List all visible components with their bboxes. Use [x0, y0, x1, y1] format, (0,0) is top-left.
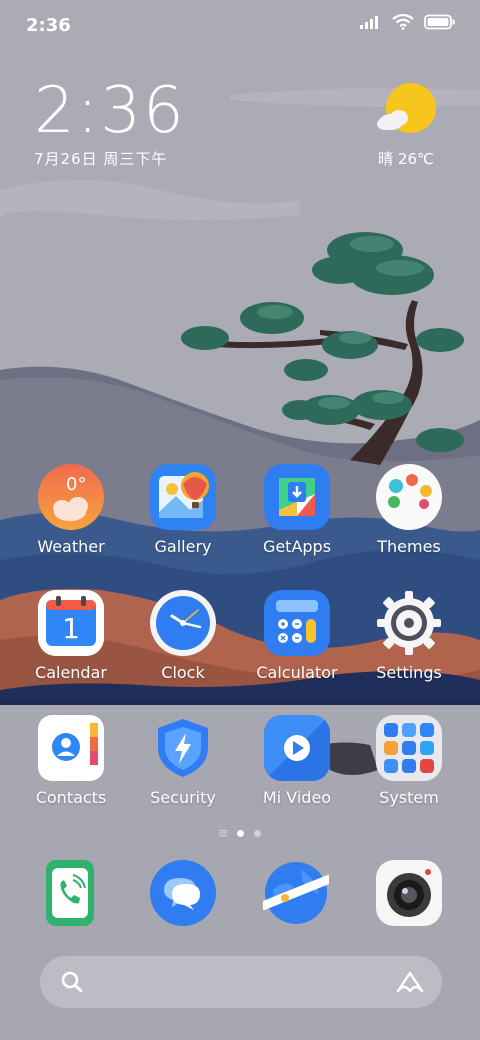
app-label: System	[379, 788, 439, 807]
app-label: Calculator	[256, 663, 338, 682]
page-indicator[interactable]	[0, 829, 480, 837]
weather-widget[interactable]: 晴 26℃	[366, 82, 446, 169]
battery-icon	[424, 14, 455, 30]
chat-bubble-icon	[150, 860, 216, 926]
gear-icon	[376, 590, 442, 656]
app-calendar[interactable]: 1 Calendar	[14, 590, 128, 682]
widget-time: 2:36	[34, 74, 186, 148]
clock-widget[interactable]: 2:36 7月26日 周三下午	[34, 76, 186, 169]
page-dot-active	[237, 829, 244, 837]
app-label: Themes	[377, 537, 441, 556]
browser-globe-icon	[259, 862, 333, 924]
wifi-icon	[392, 14, 414, 30]
sunny-weather-icon	[377, 83, 436, 133]
app-label: GetApps	[262, 537, 332, 556]
app-contacts[interactable]: Contacts	[14, 715, 128, 807]
dock-phone[interactable]	[37, 858, 103, 928]
menu-lines-icon	[219, 830, 227, 837]
calendar-icon: 1	[38, 590, 104, 656]
gallery-image-icon	[159, 472, 209, 518]
search-icon	[61, 971, 83, 993]
app-getapps[interactable]: GetApps	[240, 464, 354, 556]
app-label: Security	[150, 788, 216, 807]
clock-icon	[150, 590, 216, 656]
folder-icon	[376, 715, 442, 781]
weather-text: 晴 26℃	[378, 150, 434, 168]
widget-date: 7月26日 周三下午	[34, 150, 168, 168]
app-clock[interactable]: Clock	[126, 590, 240, 682]
themes-palette-icon	[376, 464, 442, 530]
app-gallery[interactable]: Gallery	[126, 464, 240, 556]
dock-browser[interactable]	[259, 860, 333, 926]
app-label: Mi Video	[262, 788, 332, 807]
app-label: Calendar	[35, 663, 107, 682]
calendar-day: 1	[62, 612, 80, 645]
weather-app-icon: 0°	[38, 464, 104, 530]
camera-lens-icon	[376, 860, 442, 926]
gallery-icon	[150, 464, 216, 530]
app-mi-video[interactable]: Mi Video	[240, 715, 354, 807]
phone-icon	[46, 860, 94, 926]
app-label: Contacts	[35, 788, 107, 807]
signal-icon	[360, 16, 378, 29]
dock-camera[interactable]	[376, 860, 442, 926]
app-label: Settings	[376, 663, 442, 682]
app-label: Clock	[161, 663, 205, 682]
contacts-icon	[38, 715, 104, 781]
dock-messaging[interactable]	[150, 860, 216, 926]
app-label: Gallery	[154, 537, 212, 556]
cloud-icon	[53, 497, 88, 521]
dock	[0, 858, 480, 938]
app-calculator[interactable]: Calculator	[240, 590, 354, 682]
calculator-icon	[264, 590, 330, 656]
app-weather[interactable]: 0° Weather	[14, 464, 128, 556]
app-security[interactable]: Security	[126, 715, 240, 807]
search-bar[interactable]	[40, 956, 442, 1008]
app-label: Weather	[37, 537, 105, 556]
getapps-icon	[264, 464, 330, 530]
download-icon	[279, 478, 315, 516]
app-settings[interactable]: Settings	[352, 590, 466, 682]
shield-icon	[150, 715, 216, 781]
play-icon	[264, 715, 330, 781]
status-time: 2:36	[26, 15, 71, 36]
assistant-icon[interactable]	[396, 970, 424, 994]
app-system-folder[interactable]: System	[352, 715, 466, 807]
page-dot	[254, 829, 261, 837]
status-bar: 2:36	[0, 0, 480, 50]
app-themes[interactable]: Themes	[352, 464, 466, 556]
